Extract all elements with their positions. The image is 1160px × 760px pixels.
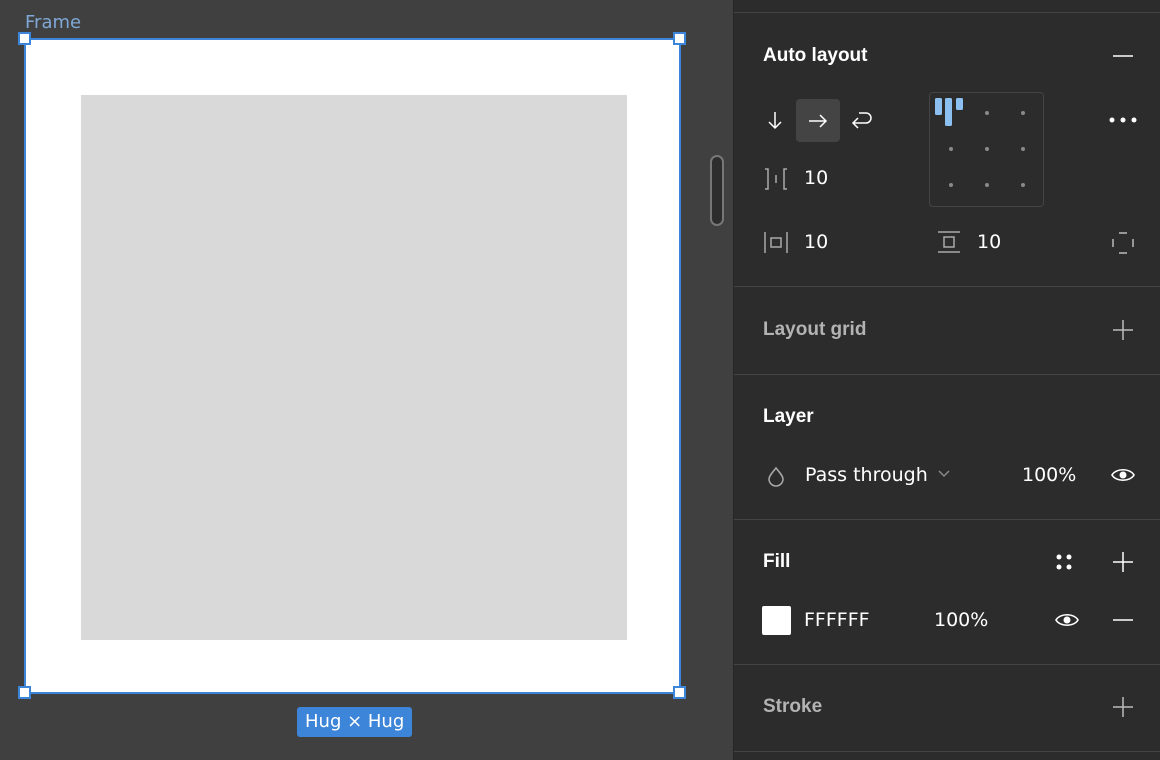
- minus-icon[interactable]: [1112, 45, 1134, 67]
- fill-hex-value[interactable]: FFFFFF: [804, 609, 870, 631]
- child-rectangle[interactable]: [81, 95, 627, 640]
- layer-opacity-value[interactable]: 100%: [1022, 464, 1076, 486]
- vertical-padding-icon: [938, 231, 960, 253]
- eye-icon[interactable]: [1054, 610, 1080, 630]
- layer-title: Layer: [763, 406, 814, 427]
- horizontal-padding-value[interactable]: 10: [804, 231, 828, 253]
- align-dot[interactable]: [1021, 111, 1025, 115]
- styles-icon[interactable]: [1054, 552, 1074, 572]
- add-fill-icon[interactable]: [1112, 551, 1134, 573]
- fill-title: Fill: [763, 551, 791, 572]
- vertical-scrollbar[interactable]: [710, 155, 724, 226]
- resize-handle-bottom-left[interactable]: [18, 686, 31, 699]
- arrow-down-icon[interactable]: [764, 109, 786, 131]
- align-dot[interactable]: [949, 147, 953, 151]
- resize-handle-top-right[interactable]: [673, 32, 686, 45]
- canvas[interactable]: Frame Hug × Hug: [0, 0, 733, 760]
- properties-panel: Auto layout 10 10 10 Layout grid Layer P…: [733, 0, 1160, 760]
- gap-icon: [765, 168, 787, 190]
- remove-fill-icon[interactable]: [1112, 609, 1134, 631]
- size-badge: Hug × Hug: [297, 707, 413, 737]
- stroke-title: Stroke: [763, 696, 823, 717]
- blend-mode-select[interactable]: Pass through: [805, 464, 928, 486]
- padding-sides-icon[interactable]: [1111, 231, 1135, 255]
- arrow-right-icon: [809, 114, 828, 128]
- gap-value[interactable]: 10: [804, 167, 828, 189]
- layout-grid-title: Layout grid: [763, 319, 867, 340]
- blend-mode-icon: [768, 466, 784, 487]
- chevron-down-icon[interactable]: [937, 469, 951, 479]
- more-icon[interactable]: [1108, 113, 1138, 127]
- align-top-left-icon: [935, 98, 963, 126]
- align-dot[interactable]: [1021, 147, 1025, 151]
- horizontal-padding-icon: [764, 232, 788, 253]
- alignment-grid[interactable]: [929, 92, 1044, 207]
- align-dot[interactable]: [985, 147, 989, 151]
- selected-frame[interactable]: [24, 38, 681, 694]
- add-stroke-icon[interactable]: [1112, 696, 1134, 718]
- align-dot[interactable]: [1021, 183, 1025, 187]
- layer-section: [734, 375, 1160, 520]
- align-dot[interactable]: [949, 183, 953, 187]
- wrap-icon[interactable]: [850, 109, 874, 131]
- align-dot[interactable]: [985, 111, 989, 115]
- resize-handle-top-left[interactable]: [18, 32, 31, 45]
- align-dot[interactable]: [985, 183, 989, 187]
- vertical-padding-value[interactable]: 10: [977, 231, 1001, 253]
- fill-color-swatch[interactable]: [762, 606, 791, 635]
- add-layout-grid-icon[interactable]: [1112, 319, 1134, 341]
- auto-layout-title: Auto layout: [763, 45, 868, 66]
- frame-label[interactable]: Frame: [25, 12, 81, 33]
- fill-section: [734, 520, 1160, 665]
- eye-icon[interactable]: [1110, 465, 1136, 485]
- direction-horizontal-button[interactable]: [796, 99, 840, 142]
- resize-handle-bottom-right[interactable]: [673, 686, 686, 699]
- section-divider: [734, 0, 1160, 13]
- fill-opacity-value[interactable]: 100%: [934, 609, 988, 631]
